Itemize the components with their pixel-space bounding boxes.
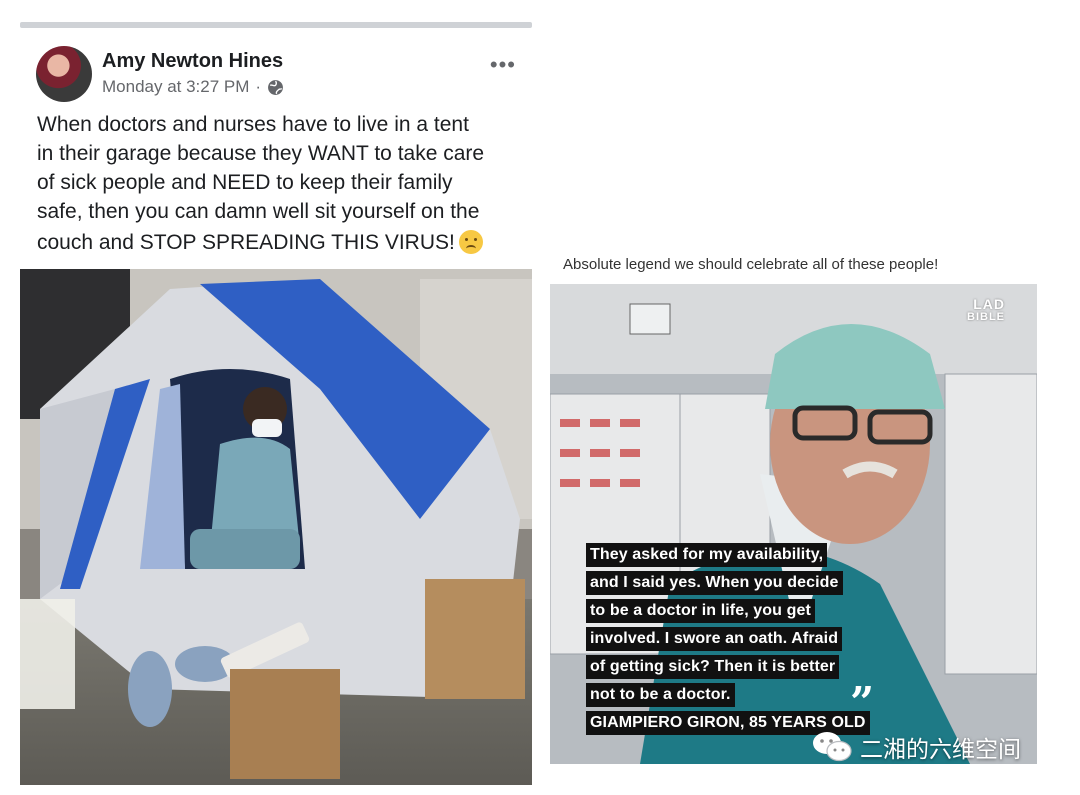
closing-quote-mark: ”: [850, 678, 875, 727]
quote-overlay: They asked for my availability, and I sa…: [586, 543, 870, 739]
quote-line: They asked for my availability,: [586, 543, 828, 567]
more-options-icon[interactable]: •••: [490, 52, 516, 78]
quote-line: not to be a doctor.: [586, 683, 735, 707]
quote-line: involved. I swore an oath. Afraid: [586, 627, 843, 651]
tent-illustration: [20, 269, 532, 785]
quote-line: and I said yes. When you decide: [586, 571, 843, 595]
crying-face-emoji: [458, 230, 483, 254]
ladbible-logo: LAD BIBLE: [967, 296, 1005, 324]
post-text-line: of sick people and NEED to keep their fa…: [37, 171, 453, 194]
post-timestamp[interactable]: Monday at 3:27 PM: [102, 77, 249, 97]
meme-caption: Absolute legend we should celebrate all …: [563, 256, 939, 273]
post-text-line: When doctors and nurses have to live in …: [37, 113, 469, 136]
post-text-line: safe, then you can damn well sit yoursel…: [37, 200, 480, 223]
post-photo-tent[interactable]: [20, 269, 532, 785]
author-name[interactable]: Amy Newton Hines: [102, 50, 283, 73]
quote-line: to be a doctor in life, you get: [586, 599, 815, 623]
post-meta: Monday at 3:27 PM ·: [102, 77, 284, 97]
logo-line: BIBLE: [967, 311, 1005, 323]
meta-separator: ·: [255, 77, 262, 96]
watermark-text: 二湘的六维空间: [860, 737, 1021, 763]
globe-icon: [268, 79, 284, 95]
logo-line: LAD: [973, 296, 1005, 312]
post-text: When doctors and nurses have to live in …: [37, 110, 527, 257]
feed-top-divider: [20, 22, 532, 28]
wechat-icon: [813, 732, 852, 762]
post-text-line: couch and STOP SPREADING THIS VIRUS!: [37, 231, 455, 254]
post-text-line: in their garage because they WANT to tak…: [37, 142, 485, 165]
post-header: Amy Newton Hines Monday at 3:27 PM · •••: [36, 46, 526, 104]
quote-line: of getting sick? Then it is better: [586, 655, 840, 679]
avatar[interactable]: [36, 46, 92, 102]
wechat-watermark: 二湘的六维空间: [812, 730, 1021, 764]
